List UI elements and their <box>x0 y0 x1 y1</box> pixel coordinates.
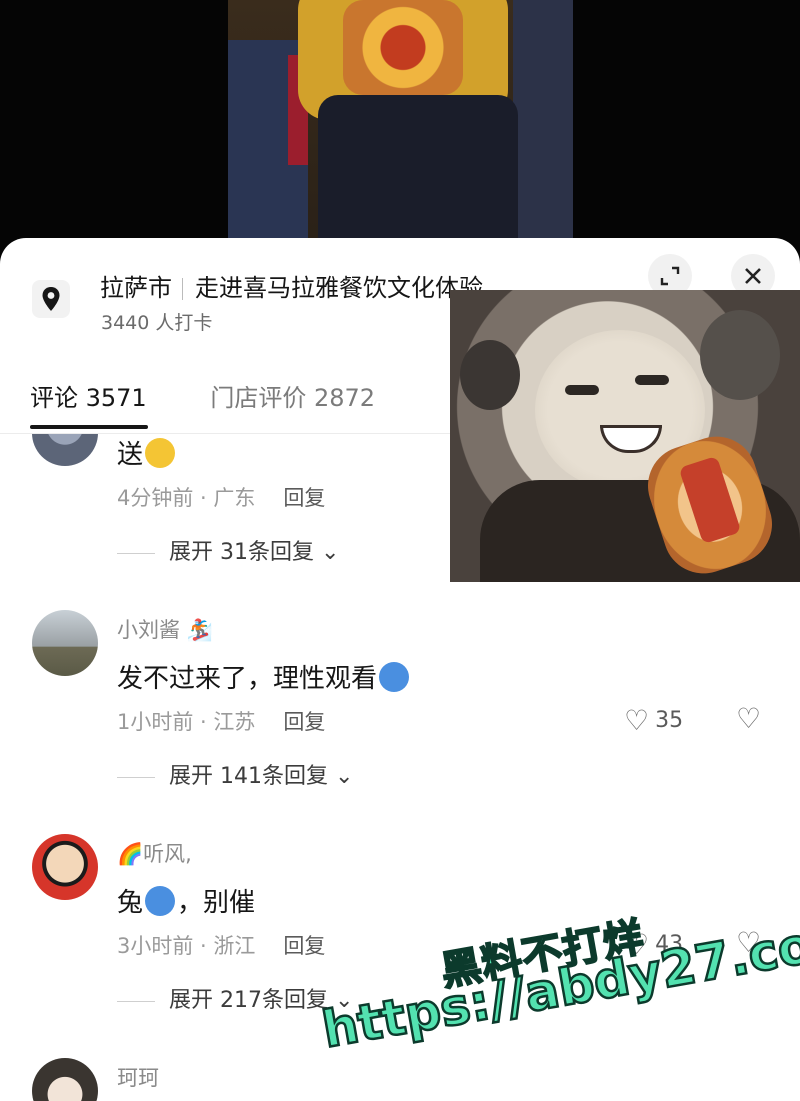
avatar[interactable] <box>32 610 98 676</box>
close-icon <box>745 268 761 284</box>
expand-replies-label: 展开 217条回复 <box>169 988 328 1013</box>
comment-username[interactable]: 🌈听风, <box>117 838 192 868</box>
video-background <box>0 0 800 260</box>
heart-icon: ♡ <box>624 704 650 737</box>
comment-text: 兔，别催 <box>117 886 256 918</box>
chevron-down-icon: ⌄ <box>314 540 340 565</box>
comment-meta: 3小时前 · 浙江 回复 <box>117 930 325 960</box>
freezing-face-emoji-icon <box>145 886 176 916</box>
expand-replies-button[interactable]: 展开 31条回复 ⌄ <box>117 534 339 566</box>
comment-text: 送 <box>117 434 177 471</box>
rainbow-emoji-icon: 🌈 <box>117 842 144 866</box>
panda-meme-image <box>450 290 800 582</box>
tab-store-reviews[interactable]: 门店评价 2872 <box>210 378 375 413</box>
city-label: 拉萨市 <box>100 274 172 302</box>
watermark: 黑料不打烊 https://abdy27.com <box>317 906 800 1090</box>
snowboard-emoji-icon: 🏂 <box>180 618 213 642</box>
comment-meta: 1小时前 · 江苏 回复 <box>117 706 325 736</box>
expand-replies-button[interactable]: 展开 141条回复 ⌄ <box>117 758 353 790</box>
comment-meta: 4分钟前 · 广东 回复 <box>117 482 325 512</box>
comment-time: 3小时前 · 浙江 <box>117 934 256 958</box>
broken-heart-icon[interactable]: ♡ <box>736 702 761 735</box>
expand-replies-label: 展开 141条回复 <box>169 764 328 789</box>
active-tab-indicator <box>30 425 148 429</box>
expand-replies-label: 展开 31条回复 <box>169 540 314 565</box>
comment-username[interactable]: 小刘酱 🏂 <box>117 614 213 644</box>
smirk-emoji-icon <box>145 438 176 468</box>
freezing-face-emoji-icon <box>379 662 410 692</box>
expand-icon <box>660 266 680 286</box>
title-separator <box>182 278 183 300</box>
chevron-down-icon: ⌄ <box>328 764 354 789</box>
reply-button[interactable]: 回复 <box>283 710 325 734</box>
checkin-count: 3440 人打卡 <box>101 312 213 334</box>
tab-comments[interactable]: 评论 3571 <box>30 378 147 413</box>
comment-time: 1小时前 · 江苏 <box>117 710 256 734</box>
video-frame <box>228 0 573 245</box>
comment-time: 4分钟前 · 广东 <box>117 486 256 510</box>
comment-username[interactable]: 珂珂 <box>117 1062 159 1092</box>
reply-button[interactable]: 回复 <box>283 486 325 510</box>
like-count: 35 <box>655 708 684 733</box>
comment-text: 发不过来了，理性观看 <box>117 658 411 695</box>
tab-bar: 评论 3571 门店评价 2872 <box>30 378 431 413</box>
like-button[interactable]: ♡ 35 <box>624 704 683 737</box>
map-pin-icon <box>32 280 70 318</box>
avatar[interactable] <box>32 434 98 466</box>
avatar[interactable] <box>32 834 98 900</box>
avatar[interactable] <box>32 1058 98 1101</box>
location-title[interactable]: 拉萨市 走进喜马拉雅餐饮文化体验… <box>100 268 507 303</box>
